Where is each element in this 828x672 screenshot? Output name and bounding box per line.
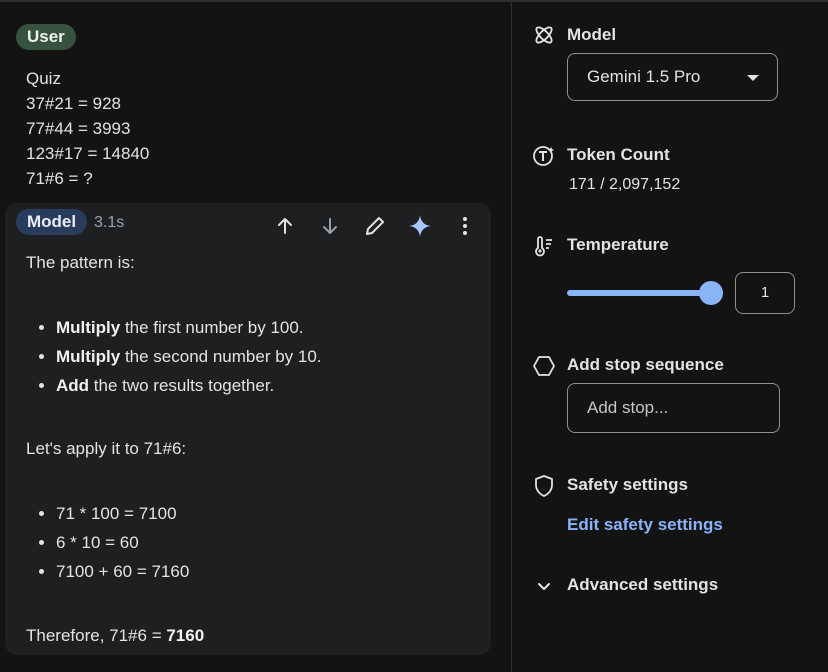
sparkle-icon [409, 215, 431, 237]
list-item: Add the two results together. [56, 371, 322, 400]
advanced-settings-toggle[interactable]: Advanced settings [567, 575, 718, 595]
conclusion-text: Therefore, 71#6 = [26, 626, 167, 645]
run-settings-panel: Model Gemini 1.5 Pro Token Count 171 / 2… [512, 0, 828, 672]
arrow-up-icon [278, 218, 292, 234]
hexagon-icon [533, 356, 555, 376]
token-count-title: Token Count [567, 145, 670, 164]
model-response-card: Model 3.1s The pattern is: Multiply the … [5, 203, 491, 655]
temperature-value-input[interactable]: 1 [735, 272, 795, 314]
calculation-steps: 71 * 100 = 7100 6 * 10 = 60 7100 + 60 = … [26, 499, 189, 586]
dropdown-caret-icon [747, 75, 759, 81]
apply-line: Let's apply it to 71#6: [26, 439, 187, 458]
move-down-button[interactable] [315, 211, 345, 241]
token-count-value: 171 / 2,097,152 [569, 176, 681, 193]
model-select[interactable]: Gemini 1.5 Pro [567, 53, 778, 101]
list-item: 71 * 100 = 7100 [56, 499, 189, 528]
step-text: the two results together. [89, 376, 275, 395]
edit-button[interactable] [360, 211, 390, 241]
chat-panel: User Quiz 37#21 = 928 77#44 = 3993 123#1… [0, 0, 511, 672]
step-text: the first number by 100. [120, 318, 304, 337]
model-section-title: Model [567, 25, 617, 44]
temperature-slider-thumb[interactable] [699, 281, 723, 305]
list-item: 7100 + 60 = 7160 [56, 557, 189, 586]
thermometer-icon [535, 236, 552, 257]
step-keyword: Multiply [56, 347, 121, 366]
user-line: 71#6 = ? [26, 169, 93, 188]
model-atom-icon [535, 26, 553, 44]
user-role-badge: User [16, 24, 76, 50]
step-text: the second number by 10. [120, 347, 322, 366]
stop-sequence-title: Add stop sequence [567, 355, 724, 374]
rerun-button[interactable] [405, 211, 435, 241]
pattern-steps: Multiply the first number by 100. Multip… [26, 313, 322, 400]
edit-safety-settings-link[interactable]: Edit safety settings [567, 515, 723, 535]
list-item: Multiply the first number by 100. [56, 313, 322, 342]
shield-icon [535, 475, 553, 497]
conclusion: Therefore, 71#6 = 7160 [26, 625, 204, 647]
response-time: 3.1s [94, 214, 125, 231]
token-icon [533, 146, 554, 166]
step-keyword: Add [56, 376, 90, 395]
pencil-icon [366, 217, 384, 235]
temperature-slider-track[interactable] [567, 290, 711, 296]
more-options-button[interactable] [450, 211, 480, 241]
arrow-down-icon [323, 218, 337, 234]
step-keyword: Multiply [56, 318, 121, 337]
temperature-title: Temperature [567, 235, 669, 254]
response-intro: The pattern is: [26, 253, 135, 272]
user-line: Quiz [26, 69, 61, 88]
user-line: 77#44 = 3993 [26, 119, 131, 138]
user-line: 123#17 = 14840 [26, 144, 150, 163]
list-item: Multiply the second number by 10. [56, 342, 322, 371]
chevron-down-icon[interactable] [532, 574, 556, 598]
user-line: 37#21 = 928 [26, 94, 122, 113]
stop-sequence-input[interactable] [567, 383, 780, 433]
move-up-button[interactable] [270, 211, 300, 241]
model-role-badge: Model [16, 209, 88, 235]
user-message-text: Quiz 37#21 = 928 77#44 = 3993 123#17 = 1… [26, 66, 149, 191]
model-selected-value: Gemini 1.5 Pro [587, 67, 701, 86]
final-answer: 7160 [166, 626, 205, 645]
list-item: 6 * 10 = 60 [56, 528, 189, 557]
safety-settings-title: Safety settings [567, 475, 688, 494]
more-vert-icon [463, 217, 467, 235]
